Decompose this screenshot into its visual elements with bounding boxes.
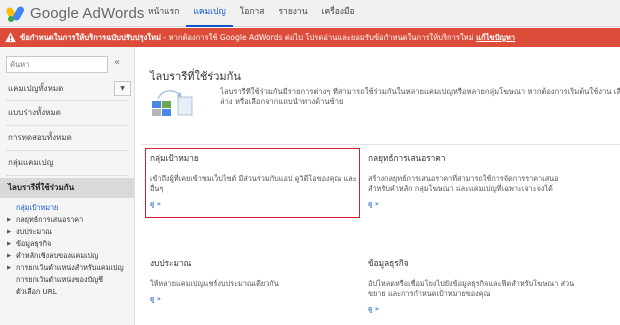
sidebar-subitem-label: ข้อมูลธุรกิจ [16, 239, 52, 248]
sidebar-subitem-account-placement-exclusions[interactable]: การยกเว้นตำแหน่งของบัญชี [0, 274, 134, 286]
card-description: สร้างกลยุทธ์การเสนอราคาที่สามารถใช้การจั… [368, 174, 588, 194]
section-divider [142, 144, 620, 145]
caret-right-icon: ▶ [7, 241, 12, 247]
card-description-line: ให้หลายแคมเปญแชร์งบประมาณเดียวกัน [150, 279, 279, 288]
sidebar-subitem-url-options[interactable]: ตัวเลือก URL [0, 286, 134, 298]
sidebar-subitem-label: การยกเว้นตำแหน่งสำหรับแคมเปญ [16, 263, 124, 272]
caret-right-icon: ▶ [7, 253, 12, 259]
card-business-data: ข้อมูลธุรกิจ อัปโหลดหรือเชื่อมโยงไปยังข้… [368, 256, 588, 315]
card-description-line: อัปโหลดหรือเชื่อมโยงไปยังข้อมูลธุรกิจและ… [368, 279, 575, 288]
sidebar: « แคมเปญทั้งหมด ▼ แบบร่างทั้งหมด การทดสอ… [0, 47, 135, 325]
sidebar-subitem-audiences[interactable]: กลุ่มเป้าหมาย [0, 202, 134, 214]
sidebar-item-all-experiments[interactable]: การทดสอบทั้งหมด [0, 129, 134, 147]
fix-problem-link[interactable]: แก้ไขปัญหา [476, 33, 515, 42]
sidebar-subitem-label: การยกเว้นตำแหน่งของบัญชี [16, 275, 104, 284]
tab-campaigns[interactable]: แคมเปญ [186, 0, 233, 27]
sidebar-subitem-label: ตัวเลือก URL [16, 287, 57, 296]
sidebar-subitem-label: กลุ่มเป้าหมาย [16, 203, 59, 212]
intro-line: ล่าง หรือเลือกจากแถบนำทางด้านซ้าย [220, 97, 344, 106]
sidebar-subitem-label: กลยุทธ์การเสนอราคา [16, 215, 84, 224]
search-input[interactable] [6, 56, 108, 73]
card-description: ให้หลายแคมเปญแชร์งบประมาณเดียวกัน [150, 279, 370, 289]
collapse-sidebar-button[interactable]: « [114, 57, 120, 68]
alert-bold-text: ข้อกำหนดในการให้บริการฉบับปรับปรุงใหม่ [20, 33, 161, 42]
caret-right-icon: ▶ [7, 229, 12, 235]
sidebar-subitem-negative-keywords[interactable]: ▶ คำหลักเชิงลบของแคมเปญ [0, 250, 134, 262]
card-title: งบประมาณ [150, 258, 192, 268]
sidebar-item-shared-library[interactable]: ไลบรารีที่ใช้ร่วมกัน [0, 178, 134, 198]
caret-right-icon: ▶ [7, 265, 12, 271]
logo-text: Google AdWords [30, 4, 145, 22]
sidebar-subitem-label: งบประมาณ [16, 227, 52, 236]
sidebar-subitem-label: คำหลักเชิงลบของแคมเปญ [16, 251, 99, 260]
sidebar-subitem-bid-strategies[interactable]: ▶ กลยุทธ์การเสนอราคา [0, 214, 134, 226]
card-description: อัปโหลดหรือเชื่อมโยงไปยังข้อมูลธุรกิจและ… [368, 279, 588, 299]
sidebar-divider [6, 150, 128, 151]
sidebar-divider [6, 175, 128, 176]
view-business-data-link[interactable]: ดู » [368, 304, 588, 315]
sidebar-subitem-budgets[interactable]: ▶ งบประมาณ [0, 226, 134, 238]
sidebar-subitem-campaign-placement-exclusions[interactable]: ▶ การยกเว้นตำแหน่งสำหรับแคมเปญ [0, 262, 134, 274]
highlight-box [145, 148, 360, 218]
card-description-line: สำหรับคำหลัก กลุ่มโฆษณา และแคมเปญที่เฉพา… [368, 184, 553, 193]
sidebar-divider [6, 100, 128, 101]
tab-tools[interactable]: เครื่องมือ [315, 0, 362, 27]
tab-opportunities[interactable]: โอกาส [233, 0, 272, 27]
page-title: ไลบรารีที่ใช้ร่วมกัน [150, 70, 241, 83]
view-budgets-link[interactable]: ดู » [150, 294, 370, 305]
warning-icon [5, 32, 16, 43]
adwords-logo[interactable]: Google AdWords [4, 3, 145, 23]
adwords-logo-icon [4, 4, 26, 22]
card-title: กลยุทธ์การเสนอราคา [368, 153, 446, 163]
card-description-line: สร้างกลยุทธ์การเสนอราคาที่สามารถใช้การจั… [368, 174, 559, 183]
card-bid-strategies: กลยุทธ์การเสนอราคา สร้างกลยุทธ์การเสนอรา… [368, 151, 588, 210]
caret-right-icon: ▶ [7, 217, 12, 223]
sidebar-subitem-business-data[interactable]: ▶ ข้อมูลธุรกิจ [0, 238, 134, 250]
alert-body-text: - หากต้องการใช้ Google AdWords ต่อไป โปร… [161, 33, 474, 42]
main-nav: หน้าแรก แคมเปญ โอกาส รายงาน เครื่องมือ [141, 0, 362, 27]
card-title: ข้อมูลธุรกิจ [368, 258, 409, 268]
campaign-menu-dropdown[interactable]: ▼ [114, 81, 131, 96]
intro-line: ไลบรารีที่ใช้ร่วมกันมีรายการต่างๆ ที่สาม… [220, 87, 620, 96]
alert-message: ข้อกำหนดในการให้บริการฉบับปรับปรุงใหม่ -… [20, 28, 515, 47]
tab-home[interactable]: หน้าแรก [141, 0, 186, 27]
view-bid-strategies-link[interactable]: ดู » [368, 199, 588, 210]
intro-text: ไลบรารีที่ใช้ร่วมกันมีรายการต่างๆ ที่สาม… [220, 87, 620, 107]
tab-reports[interactable]: รายงาน [271, 0, 314, 27]
sidebar-item-all-drafts[interactable]: แบบร่างทั้งหมด [0, 104, 134, 122]
sidebar-item-campaign-groups[interactable]: กลุ่มแคมเปญ [0, 154, 134, 172]
card-budgets: งบประมาณ ให้หลายแคมเปญแชร์งบประมาณเดียวก… [150, 256, 370, 305]
top-bar: Google AdWords หน้าแรก แคมเปญ โอกาส รายง… [0, 0, 620, 27]
alert-banner: ข้อกำหนดในการให้บริการฉบับปรับปรุงใหม่ -… [0, 28, 620, 47]
sidebar-divider [6, 125, 128, 126]
card-description-line: ขยาย และการกำหนดเป้าหมายของคุณ [368, 289, 491, 298]
shared-library-illustration-icon [152, 90, 193, 116]
